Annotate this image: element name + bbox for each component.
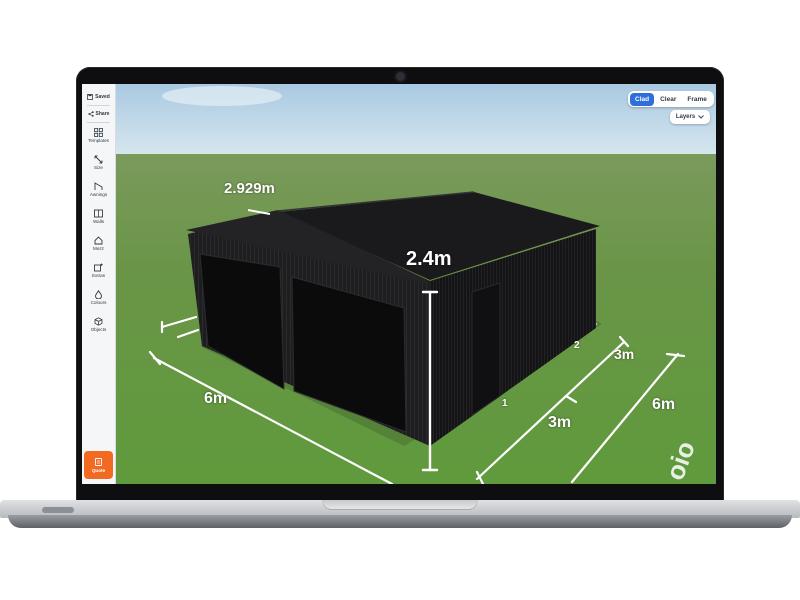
chevron-down-icon	[698, 115, 705, 119]
view-mode-frame[interactable]: Frame	[682, 93, 712, 106]
share-button[interactable]: Share	[82, 107, 115, 121]
grid-icon	[94, 128, 103, 137]
sidebar-item-label: Size	[94, 165, 103, 170]
divider	[87, 122, 110, 123]
front-width-label: 6m	[204, 390, 228, 407]
roof-length-label: 2.929m	[224, 180, 275, 197]
laptop-base-edge	[8, 515, 792, 528]
app-screen: oio 2.929m 2.4m 6m 6m 3m 3m 1 2 Clad Cle…	[82, 84, 716, 484]
window-plus-icon	[94, 263, 103, 272]
saved-label: Saved	[95, 94, 110, 100]
sidebar-item-mezz[interactable]: Mezz	[82, 236, 115, 251]
3d-viewport[interactable]: oio	[82, 84, 716, 484]
sidebar: Saved Share Templates Size Awnings Walls…	[82, 84, 116, 484]
sidebar-item-colours[interactable]: Colours	[82, 290, 115, 305]
sidebar-item-label: Awnings	[89, 192, 108, 197]
laptop-opening-notch	[322, 500, 478, 510]
sidebar-item-label: Objects	[90, 327, 107, 332]
save-icon	[87, 94, 94, 100]
sidebar-item-label: Extras	[91, 273, 106, 278]
bay-marker-2: 2	[574, 340, 580, 351]
sidebar-item-label: Colours	[90, 300, 107, 305]
divider	[87, 105, 110, 106]
quote-button[interactable]: Quote	[84, 451, 113, 479]
paint-drop-icon	[95, 290, 102, 299]
sidebar-item-walls[interactable]: Walls	[82, 209, 115, 224]
layers-dropdown[interactable]: Layers	[670, 110, 710, 124]
resize-arrows-icon	[94, 155, 103, 164]
sidebar-item-awnings[interactable]: Awnings	[82, 182, 115, 197]
cube-icon	[94, 317, 103, 326]
view-mode-clear[interactable]: Clear	[655, 93, 681, 106]
wall-panel-icon	[94, 209, 103, 218]
document-icon	[95, 457, 102, 466]
sidebar-item-extras[interactable]: Extras	[82, 263, 115, 278]
house-icon	[94, 236, 103, 245]
view-mode-toggle: Clad Clear Frame	[628, 91, 714, 107]
webcam	[396, 72, 405, 81]
share-icon	[87, 111, 94, 117]
total-length-label: 6m	[652, 396, 676, 413]
view-mode-clad[interactable]: Clad	[630, 92, 655, 106]
side-door	[471, 282, 501, 416]
cloud	[162, 86, 282, 106]
sidebar-item-label: Templates	[88, 138, 109, 143]
sidebar-item-size[interactable]: Size	[82, 155, 115, 170]
sidebar-item-templates[interactable]: Templates	[82, 128, 115, 143]
height-label: 2.4m	[406, 248, 452, 270]
sidebar-item-label: Mezz	[93, 246, 104, 251]
awning-icon	[94, 182, 103, 190]
share-label: Share	[95, 111, 110, 117]
saved-status[interactable]: Saved	[82, 90, 115, 104]
laptop-port	[42, 507, 74, 513]
bay-2-length-label: 3m	[614, 346, 635, 362]
quote-label: Quote	[91, 467, 106, 473]
bay-1-length-label: 3m	[548, 414, 572, 431]
layers-label: Layers	[675, 114, 696, 120]
laptop-mockup: oio 2.929m 2.4m 6m 6m 3m 3m 1 2 Clad Cle…	[0, 0, 800, 600]
sidebar-item-label: Walls	[92, 219, 105, 224]
sidebar-item-objects[interactable]: Objects	[82, 317, 115, 332]
bay-marker-1: 1	[502, 398, 508, 409]
